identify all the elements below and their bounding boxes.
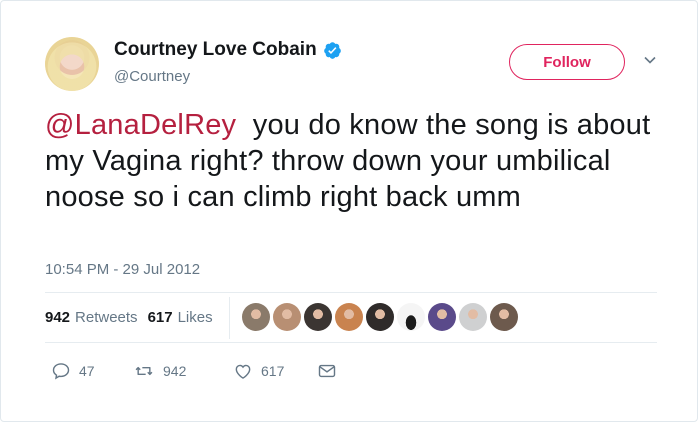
retweets-count: 942	[45, 309, 71, 326]
tweet-text: @LanaDelRey you do know the song is abou…	[45, 107, 655, 215]
likers-avatars	[242, 303, 518, 331]
divider	[45, 342, 657, 343]
verified-badge-icon	[323, 41, 341, 59]
tweet-card: Courtney Love Cobain @Courtney Follow @L…	[0, 0, 698, 422]
liker-avatar[interactable]	[273, 303, 301, 331]
likes-stat[interactable]: 617 Likes	[148, 309, 213, 326]
retweet-count: 942	[163, 363, 187, 379]
author-handle[interactable]: @Courtney	[114, 68, 190, 85]
reply-icon	[52, 363, 70, 380]
tweet-timestamp[interactable]: 10:54 PM - 29 Jul 2012	[45, 261, 200, 278]
liker-avatar[interactable]	[459, 303, 487, 331]
liker-avatar[interactable]	[304, 303, 332, 331]
stats-separator	[229, 297, 230, 339]
mention-link[interactable]: @LanaDelRey	[45, 109, 236, 141]
retweet-icon	[135, 366, 153, 376]
liker-avatar[interactable]	[490, 303, 518, 331]
heart-icon	[235, 364, 251, 379]
liker-avatar[interactable]	[428, 303, 456, 331]
author-name[interactable]: Courtney Love Cobain	[114, 39, 317, 61]
retweets-stat[interactable]: 942 Retweets	[45, 309, 138, 326]
retweets-label: Retweets	[75, 309, 138, 326]
reply-count: 47	[79, 363, 95, 379]
like-button[interactable]: 617	[233, 361, 317, 381]
liker-avatar[interactable]	[242, 303, 270, 331]
chevron-down-icon[interactable]	[643, 53, 657, 67]
like-count: 617	[261, 363, 285, 379]
envelope-icon	[318, 364, 336, 378]
follow-button[interactable]: Follow	[509, 44, 625, 80]
divider	[45, 292, 657, 293]
liker-avatar[interactable]	[366, 303, 394, 331]
liker-avatar[interactable]	[335, 303, 363, 331]
message-button[interactable]	[317, 361, 337, 381]
avatar[interactable]	[45, 37, 99, 91]
likes-count: 617	[147, 309, 173, 326]
retweet-button[interactable]: 942	[133, 361, 233, 381]
liker-avatar[interactable]	[397, 303, 425, 331]
likes-label: Likes	[177, 309, 213, 326]
tweet-actions: 47 942 617	[51, 361, 337, 381]
engagement-stats: 942 Retweets 617 Likes	[45, 309, 223, 326]
author-row: Courtney Love Cobain	[114, 39, 342, 61]
reply-button[interactable]: 47	[51, 361, 133, 381]
